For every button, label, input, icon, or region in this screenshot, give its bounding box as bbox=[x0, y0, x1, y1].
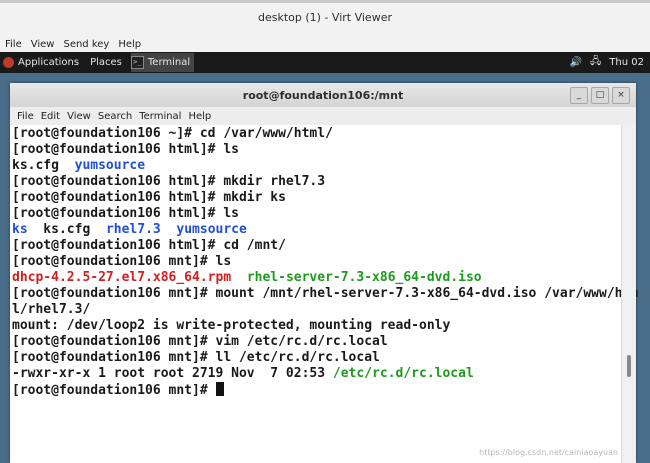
viewer-title: desktop (1) - Virt Viewer bbox=[258, 11, 392, 24]
terminal-menubar: File Edit View Search Terminal Help bbox=[10, 107, 636, 125]
terminal-text-segment: [root@foundation106 html]# ls bbox=[12, 206, 239, 221]
terminal-titlebar[interactable]: root@foundation106:/mnt _ □ × bbox=[10, 83, 636, 108]
viewer-menubar: File View Send key Help bbox=[0, 36, 650, 52]
terminal-title: root@foundation106:/mnt bbox=[242, 89, 404, 102]
terminal-text-segment: ks.cfg bbox=[12, 158, 75, 173]
terminal-line: [root@foundation106 html]# mkdir rhel7.3 bbox=[12, 174, 325, 190]
terminal-cursor bbox=[215, 382, 224, 396]
terminal-text-segment: [root@foundation106 html]# mkdir ks bbox=[12, 190, 286, 205]
terminal-line: dhcp-4.2.5-27.el7.x86_64.rpm rhel-server… bbox=[12, 270, 482, 286]
terminal-line: [root@foundation106 html]# mkdir ks bbox=[12, 190, 286, 206]
terminal-text-segment: [root@foundation106 html]# cd /mnt/ bbox=[12, 238, 286, 253]
viewer-menu-view[interactable]: View bbox=[31, 39, 55, 50]
terminal-text-segment: yumsource bbox=[176, 222, 247, 237]
terminal-line: [root@foundation106 ~]# cd /var/www/html… bbox=[12, 126, 333, 142]
terminal-icon: >_ bbox=[130, 56, 144, 69]
terminal-line: [root@foundation106 html]# ls bbox=[12, 142, 239, 158]
terminal-line: [root@foundation106 mnt]# ll /etc/rc.d/r… bbox=[12, 350, 380, 366]
terminal-text-segment: [root@foundation106 mnt]# vim /etc/rc.d/… bbox=[12, 334, 388, 349]
terminal-text-segment: yumsource bbox=[74, 158, 146, 173]
terminal-text-segment: [root@foundation106 mnt]# ll /etc/rc.d/r… bbox=[12, 350, 380, 365]
terminal-text-segment: mount: /dev/loop2 is write-protected, mo… bbox=[12, 318, 451, 333]
terminal-line: ks ks.cfg rhel7.3 yumsource bbox=[12, 222, 247, 238]
terminal-line: ks.cfg yumsource bbox=[12, 158, 145, 174]
window-controls: _ □ × bbox=[570, 87, 630, 104]
viewer-menu-file[interactable]: File bbox=[5, 39, 22, 50]
terminal-line: [root@foundation106 mnt]# vim /etc/rc.d/… bbox=[12, 334, 388, 350]
watermark: https://blog.csdn.net/cainiaoayuan bbox=[479, 448, 618, 457]
terminal-menu-search[interactable]: Search bbox=[98, 111, 132, 122]
terminal-line: mount: /dev/loop2 is write-protected, mo… bbox=[12, 318, 450, 334]
viewer-menu-send-key[interactable]: Send key bbox=[63, 39, 109, 50]
viewer-titlebar: desktop (1) - Virt Viewer bbox=[0, 0, 650, 36]
terminal-text-segment: [root@foundation106 mnt]# ls bbox=[12, 254, 232, 269]
terminal-menu-edit[interactable]: Edit bbox=[41, 111, 60, 122]
terminal-text-segment: dhcp-4.2.5-27.el7.x86_64.rpm bbox=[12, 270, 232, 285]
terminal-line: [root@foundation106 html]# cd /mnt/ bbox=[12, 238, 286, 254]
viewer-menu-help[interactable]: Help bbox=[118, 39, 141, 50]
titlebar-top-strip bbox=[0, 0, 650, 3]
taskbar-terminal-button[interactable]: >_ Terminal bbox=[130, 53, 195, 72]
system-tray: 🔊 🖧 Thu 02 bbox=[570, 52, 644, 73]
clock[interactable]: Thu 02 bbox=[609, 57, 644, 68]
applications-label: Applications bbox=[18, 57, 80, 68]
terminal-text-segment: ks bbox=[12, 222, 28, 237]
terminal-text-segment: l/rhel7.3/ bbox=[12, 302, 91, 317]
terminal-scrollbar[interactable] bbox=[621, 125, 636, 463]
terminal-menu-file[interactable]: File bbox=[17, 111, 34, 122]
maximize-button[interactable]: □ bbox=[591, 87, 609, 104]
terminal-line: [root@foundation106 mnt]# ls bbox=[12, 254, 231, 270]
terminal-menu-terminal[interactable]: Terminal bbox=[139, 111, 181, 122]
scrollbar-thumb[interactable] bbox=[627, 355, 631, 377]
terminal-text-segment: [root@foundation106 ~]# cd /var/www/html… bbox=[12, 126, 333, 141]
terminal-menu-help[interactable]: Help bbox=[188, 111, 211, 122]
terminal-text-segment: ks.cfg bbox=[27, 222, 106, 237]
network-icon[interactable]: 🖧 bbox=[590, 54, 601, 71]
terminal-line: [root@foundation106 mnt]# bbox=[12, 382, 224, 399]
fedora-logo-icon bbox=[3, 57, 14, 68]
gnome-top-panel: Applications Places >_ Terminal 🔊 🖧 Thu … bbox=[0, 52, 650, 73]
terminal-text-segment: rhel7.3 bbox=[105, 222, 161, 237]
terminal-text-segment: [root@foundation106 mnt]# mount /mnt/rhe… bbox=[12, 286, 639, 301]
terminal-line: [root@foundation106 mnt]# mount /mnt/rhe… bbox=[12, 286, 638, 302]
minimize-button[interactable]: _ bbox=[570, 87, 588, 104]
applications-menu[interactable]: Applications bbox=[3, 57, 79, 68]
terminal-menu-view[interactable]: View bbox=[67, 111, 91, 122]
terminal-text-segment: -rwxr-xr-x 1 root root 2719 Nov 7 02:53 bbox=[12, 366, 333, 381]
terminal-text-segment: rhel-server-7.3-x86_64-dvd.iso bbox=[246, 270, 482, 285]
close-button[interactable]: × bbox=[612, 87, 630, 104]
terminal-text-segment: /etc/rc.d/rc.local bbox=[332, 366, 474, 381]
terminal-text-segment: [root@foundation106 html]# ls bbox=[12, 142, 239, 157]
terminal-line: -rwxr-xr-x 1 root root 2719 Nov 7 02:53 … bbox=[12, 366, 474, 382]
terminal-text-segment: [root@foundation106 html]# mkdir rhel7.3 bbox=[12, 174, 326, 189]
terminal-line: l/rhel7.3/ bbox=[12, 302, 90, 318]
terminal-text-segment: [root@foundation106 mnt]# bbox=[12, 383, 216, 398]
taskbar-terminal-label: Terminal bbox=[147, 57, 191, 68]
places-menu[interactable]: Places bbox=[90, 57, 122, 68]
terminal-line: [root@foundation106 html]# ls bbox=[12, 206, 239, 222]
terminal-window: root@foundation106:/mnt _ □ × File Edit … bbox=[10, 83, 638, 463]
terminal-output[interactable]: [root@foundation106 ~]# cd /var/www/html… bbox=[10, 125, 638, 463]
volume-icon[interactable]: 🔊 bbox=[570, 57, 582, 68]
